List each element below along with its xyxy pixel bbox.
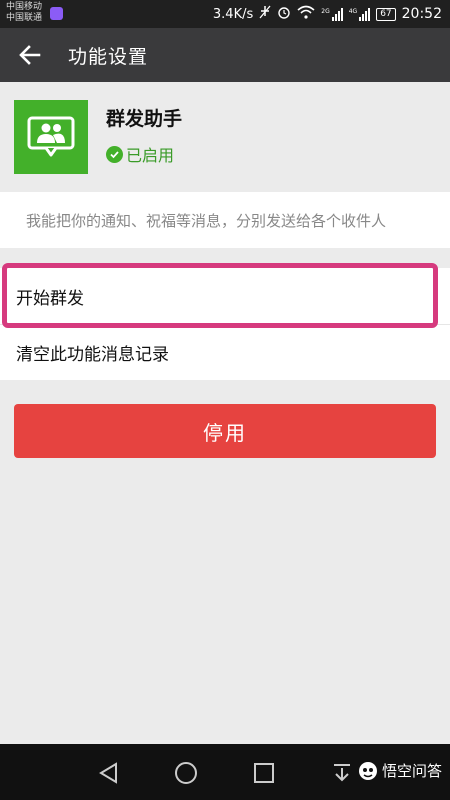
watermark: 悟空问答: [358, 760, 442, 781]
carrier-2: 中国联通: [6, 13, 43, 23]
wifi-icon: [297, 5, 315, 23]
wukong-logo-icon: [358, 761, 377, 780]
navigation-bar: 悟空问答: [0, 744, 450, 800]
clear-history-item[interactable]: 清空此功能消息记录: [0, 324, 450, 380]
status-indicators: 3.4K/s 2G 4G 67 20:52: [213, 5, 442, 23]
disable-button[interactable]: 停用: [14, 404, 436, 458]
status-text: 已启用: [126, 146, 175, 165]
signal-2-icon: 4G: [348, 7, 371, 21]
arrow-left-icon: [19, 45, 41, 65]
notification-app-icon: [50, 7, 63, 20]
action-list: 开始群发 清空此功能消息记录: [0, 268, 450, 380]
start-broadcast-item[interactable]: 开始群发: [0, 268, 450, 324]
status-badge: 已启用: [106, 142, 174, 166]
carrier-labels: 中国移动 中国联通: [6, 2, 42, 24]
app-description: 我能把你的通知、祝福等消息，分别发送给各个收件人: [0, 192, 450, 248]
network-speed: 3.4K/s: [212, 6, 254, 22]
network-type-2: 4G: [348, 7, 358, 15]
circle-home-icon[interactable]: [173, 760, 199, 786]
alarm-icon: [277, 5, 291, 23]
app-name: 群发助手: [106, 108, 183, 130]
battery-level: 67: [376, 7, 396, 21]
check-circle-icon: [106, 145, 123, 163]
title-bar: 功能设置: [0, 28, 450, 82]
back-button[interactable]: [0, 28, 60, 82]
watermark-text: 悟空问答: [381, 762, 442, 780]
network-type-1: 2G: [321, 7, 330, 15]
no-sound-icon: [259, 5, 271, 23]
app-icon: [14, 100, 88, 174]
status-bar: 中国移动 中国联通 3.4K/s 2G 4G 67 20:52: [0, 0, 450, 28]
people-chat-icon: [27, 116, 75, 157]
square-recent-icon[interactable]: [251, 760, 277, 786]
download-arrow-icon[interactable]: [329, 760, 355, 786]
carrier-1: 中国移动: [6, 2, 43, 12]
app-info: 群发助手 已启用: [0, 82, 450, 192]
signal-1-icon: 2G: [321, 7, 343, 21]
clock: 20:52: [401, 6, 442, 22]
triangle-back-icon[interactable]: [96, 760, 122, 786]
page-title: 功能设置: [68, 45, 149, 68]
